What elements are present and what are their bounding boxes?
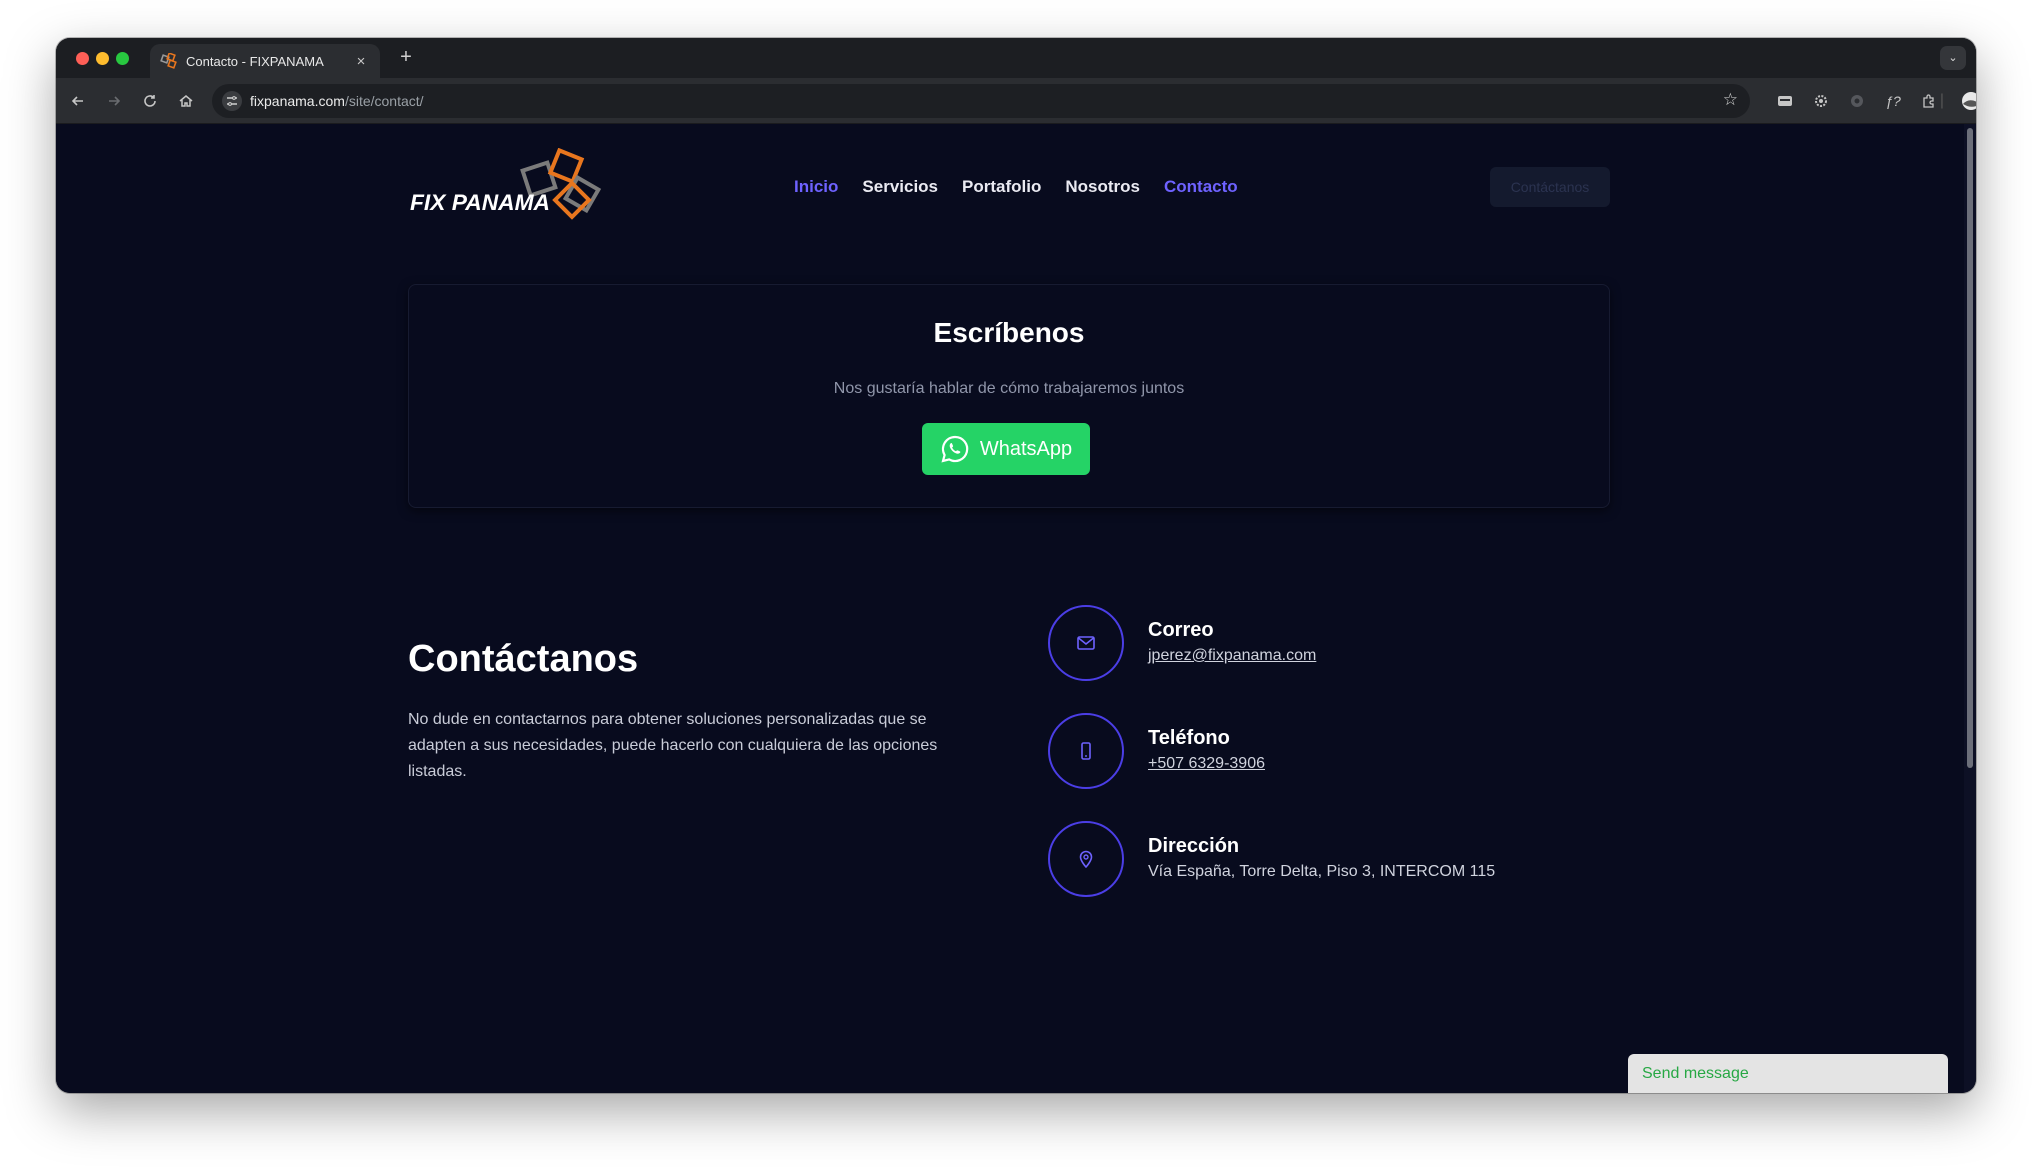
nav-servicios[interactable]: Servicios: [862, 177, 938, 197]
address-value: Vía España, Torre Delta, Piso 3, INTERCO…: [1148, 863, 1496, 880]
close-window-button[interactable]: [76, 52, 89, 65]
phone-icon-circle: [1048, 713, 1124, 789]
map-pin-icon: [1079, 850, 1093, 868]
fixpanama-favicon-icon: [160, 53, 177, 69]
email-label: Correo: [1148, 619, 1214, 641]
back-arrow-icon: [71, 96, 83, 106]
extension-gear-icon[interactable]: [1810, 90, 1832, 112]
bookmark-star-icon[interactable]: ☆: [1723, 90, 1738, 110]
forward-arrow-icon: [109, 96, 121, 106]
mail-icon: [1077, 636, 1095, 650]
svg-text:FIX PANAMA: FIX PANAMA: [410, 190, 550, 215]
write-us-title: Escríbenos: [933, 317, 1085, 348]
address-bar[interactable]: fixpanama.com/site/contact/ ☆: [212, 84, 1750, 118]
site-info-icon[interactable]: [222, 91, 242, 111]
profile-avatar[interactable]: [1960, 90, 1976, 112]
phone-label: Teléfono: [1148, 727, 1230, 749]
fix-panama-logo[interactable]: FIX PANAMA: [408, 148, 628, 228]
tab-title: Contacto - FIXPANAMA: [186, 53, 324, 69]
address-label: Dirección: [1148, 835, 1240, 857]
send-message-widget[interactable]: Send message: [1628, 1054, 1948, 1093]
toolbar-divider: |: [1939, 92, 1945, 109]
extension-shield-icon[interactable]: [1846, 90, 1868, 112]
page-scrollbar[interactable]: [1964, 124, 1976, 1093]
browser-tab[interactable]: Contacto - FIXPANAMA ×: [150, 44, 380, 78]
extensions-puzzle-icon[interactable]: [1918, 90, 1940, 112]
tab-strip: Contacto - FIXPANAMA × + ⌄: [56, 38, 1976, 78]
contact-description: No dude en contactarnos para obtener sol…: [408, 711, 938, 780]
email-link[interactable]: jperez@fixpanama.com: [1148, 647, 1316, 665]
address-icon-circle: [1048, 821, 1124, 897]
tab-search-chevron-icon[interactable]: ⌄: [1940, 46, 1966, 70]
nav-contacto[interactable]: Contacto: [1164, 177, 1238, 197]
write-us-subtitle: Nos gustaría hablar de cómo trabajaremos…: [833, 380, 1185, 397]
browser-toolbar: fixpanama.com/site/contact/ ☆ ƒ? |: [56, 78, 1976, 124]
url-host: fixpanama.com: [250, 93, 345, 109]
url-text: fixpanama.com/site/contact/: [250, 93, 424, 109]
maximize-window-button[interactable]: [116, 52, 129, 65]
web-page: FIX PANAMA Inicio Servicios Portafolio N…: [56, 124, 1964, 1093]
home-button[interactable]: [174, 89, 198, 113]
email-icon-circle: [1048, 605, 1124, 681]
main-nav: Inicio Servicios Portafolio Nosotros Con…: [794, 177, 1238, 197]
phone-item: Teléfono +507 6329-3906: [1048, 713, 1748, 789]
whatsapp-button[interactable]: WhatsApp: [922, 423, 1090, 475]
home-icon: [179, 95, 193, 107]
nav-portafolio[interactable]: Portafolio: [962, 177, 1041, 197]
reading-mode-icon[interactable]: [1774, 90, 1796, 112]
reload-button[interactable]: [138, 89, 162, 113]
write-us-card: Escríbenos Nos gustaría hablar de cómo t…: [408, 284, 1610, 508]
nav-nosotros[interactable]: Nosotros: [1065, 177, 1140, 197]
nav-inicio[interactable]: Inicio: [794, 177, 838, 197]
tab-close-icon[interactable]: ×: [352, 53, 370, 70]
extension-formula-icon[interactable]: ƒ?: [1882, 90, 1904, 112]
back-button[interactable]: [66, 89, 90, 113]
url-path: /site/contact/: [344, 93, 424, 109]
new-tab-button[interactable]: +: [394, 46, 418, 69]
reload-icon: [144, 95, 156, 107]
phone-link[interactable]: +507 6329-3906: [1148, 755, 1265, 773]
phone-icon: [1081, 742, 1091, 760]
whatsapp-label: WhatsApp: [979, 437, 1073, 460]
forward-button[interactable]: [102, 89, 126, 113]
minimize-window-button[interactable]: [96, 52, 109, 65]
browser-window: Contacto - FIXPANAMA × + ⌄ fixpanama.com…: [56, 38, 1976, 1093]
contact-cta-button[interactable]: Contáctanos: [1490, 167, 1610, 207]
address-item: Dirección Vía España, Torre Delta, Piso …: [1048, 821, 1748, 897]
whatsapp-icon: [941, 435, 969, 463]
scrollbar-thumb[interactable]: [1967, 128, 1973, 768]
contact-title: Contáctanos: [408, 638, 639, 680]
email-item: Correo jperez@fixpanama.com: [1048, 605, 1748, 681]
